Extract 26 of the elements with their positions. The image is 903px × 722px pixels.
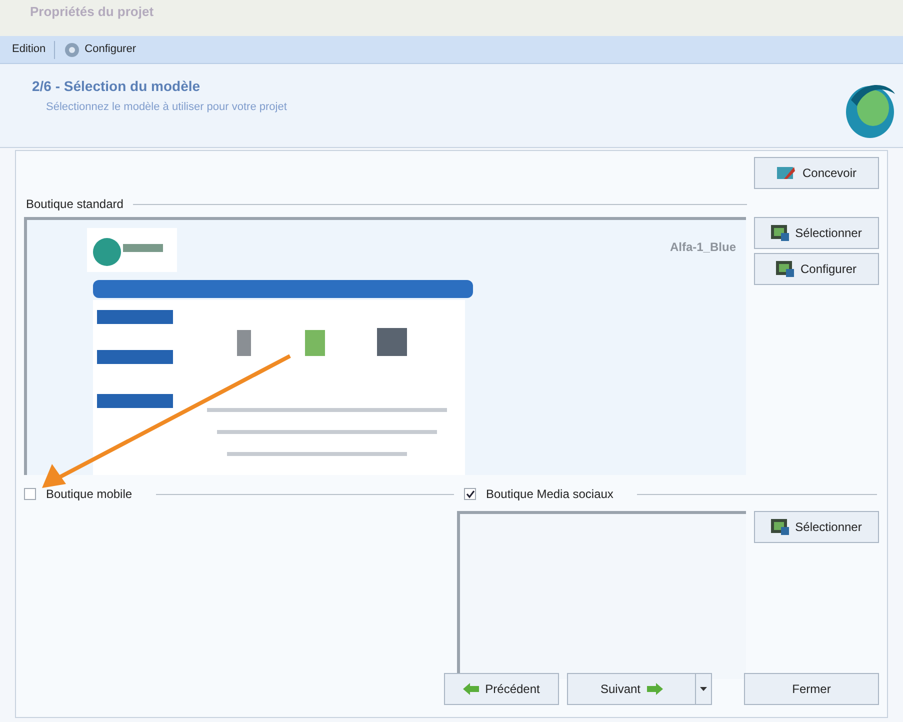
step-subtitle: Sélectionnez le modèle à utiliser pour votre projet [45, 100, 287, 115]
window-icon [771, 519, 790, 535]
step-title: 2/6 - Sélection du modèle [32, 77, 202, 96]
window-icon [776, 261, 794, 277]
close-button[interactable]: Fermer [744, 673, 879, 705]
select-button[interactable]: Sélectionner [754, 217, 879, 249]
checkbox[interactable] [24, 488, 36, 500]
previous-button[interactable]: Précédent [444, 673, 559, 705]
checkbox[interactable] [464, 488, 476, 500]
palette-icon [776, 165, 796, 181]
menu-item[interactable]: Edition [10, 41, 48, 58]
group-label: Boutique standard [26, 196, 124, 213]
right-arrow-icon [646, 683, 663, 695]
menu-item[interactable]: Configurer [54, 40, 138, 58]
checkbox-label: Boutique Media sociaux [486, 486, 614, 503]
select-button[interactable]: Sélectionner [754, 511, 879, 543]
window-icon [771, 225, 790, 241]
template-name: Alfa-1_Blue [670, 239, 736, 256]
left-arrow-icon [463, 683, 480, 695]
gear-icon [62, 40, 81, 58]
design-button[interactable]: Concevoir [754, 157, 879, 189]
window-title: Propriétés du projet [30, 3, 154, 21]
next-split-button[interactable]: Suivant [567, 673, 712, 705]
checkbox-label: Boutique mobile [46, 486, 132, 503]
next-button[interactable]: Suivant [568, 674, 695, 704]
configure-button[interactable]: Configurer [754, 253, 879, 285]
